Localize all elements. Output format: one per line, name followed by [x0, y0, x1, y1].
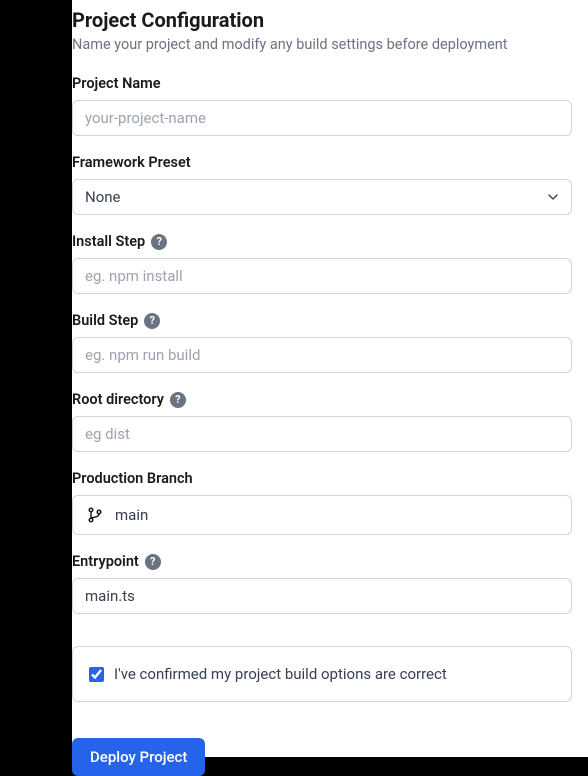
install-step-input[interactable]	[72, 258, 572, 294]
page-subtitle: Name your project and modify any build s…	[72, 36, 572, 53]
production-branch-label: Production Branch	[72, 470, 572, 487]
confirm-checkbox[interactable]	[89, 667, 104, 682]
build-step-group: Build Step ?	[72, 312, 572, 373]
entrypoint-label-text: Entrypoint	[72, 553, 139, 570]
project-name-group: Project Name	[72, 75, 572, 136]
production-branch-label-text: Production Branch	[72, 470, 193, 487]
entrypoint-group: Entrypoint ?	[72, 553, 572, 614]
production-branch-value: main	[115, 506, 148, 524]
confirm-label[interactable]: I've confirmed my project build options …	[114, 665, 447, 683]
confirm-box: I've confirmed my project build options …	[72, 646, 572, 702]
production-branch-group: Production Branch main	[72, 470, 572, 535]
help-icon[interactable]: ?	[145, 554, 161, 570]
help-icon[interactable]: ?	[151, 234, 167, 250]
root-directory-group: Root directory ?	[72, 391, 572, 452]
project-name-label-text: Project Name	[72, 75, 161, 92]
install-step-label-text: Install Step	[72, 233, 145, 250]
git-branch-icon	[87, 507, 103, 523]
framework-preset-label-text: Framework Preset	[72, 154, 191, 171]
project-name-label: Project Name	[72, 75, 572, 92]
framework-preset-group: Framework Preset None	[72, 154, 572, 215]
build-step-input[interactable]	[72, 337, 572, 373]
left-sidebar	[0, 0, 72, 757]
main-content: Project Configuration Name your project …	[72, 0, 588, 757]
install-step-group: Install Step ?	[72, 233, 572, 294]
framework-preset-select[interactable]: None	[72, 179, 572, 215]
help-icon[interactable]: ?	[144, 313, 160, 329]
install-step-label: Install Step ?	[72, 233, 572, 250]
root-directory-label: Root directory ?	[72, 391, 572, 408]
entrypoint-label: Entrypoint ?	[72, 553, 572, 570]
page-title: Project Configuration	[72, 8, 572, 32]
build-step-label-text: Build Step	[72, 312, 138, 329]
project-name-input[interactable]	[72, 100, 572, 136]
framework-preset-label: Framework Preset	[72, 154, 572, 171]
build-step-label: Build Step ?	[72, 312, 572, 329]
production-branch-display[interactable]: main	[72, 495, 572, 535]
help-icon[interactable]: ?	[170, 392, 186, 408]
deploy-button[interactable]: Deploy Project	[72, 738, 205, 776]
entrypoint-input[interactable]	[72, 578, 572, 614]
root-directory-input[interactable]	[72, 416, 572, 452]
root-directory-label-text: Root directory	[72, 391, 164, 408]
